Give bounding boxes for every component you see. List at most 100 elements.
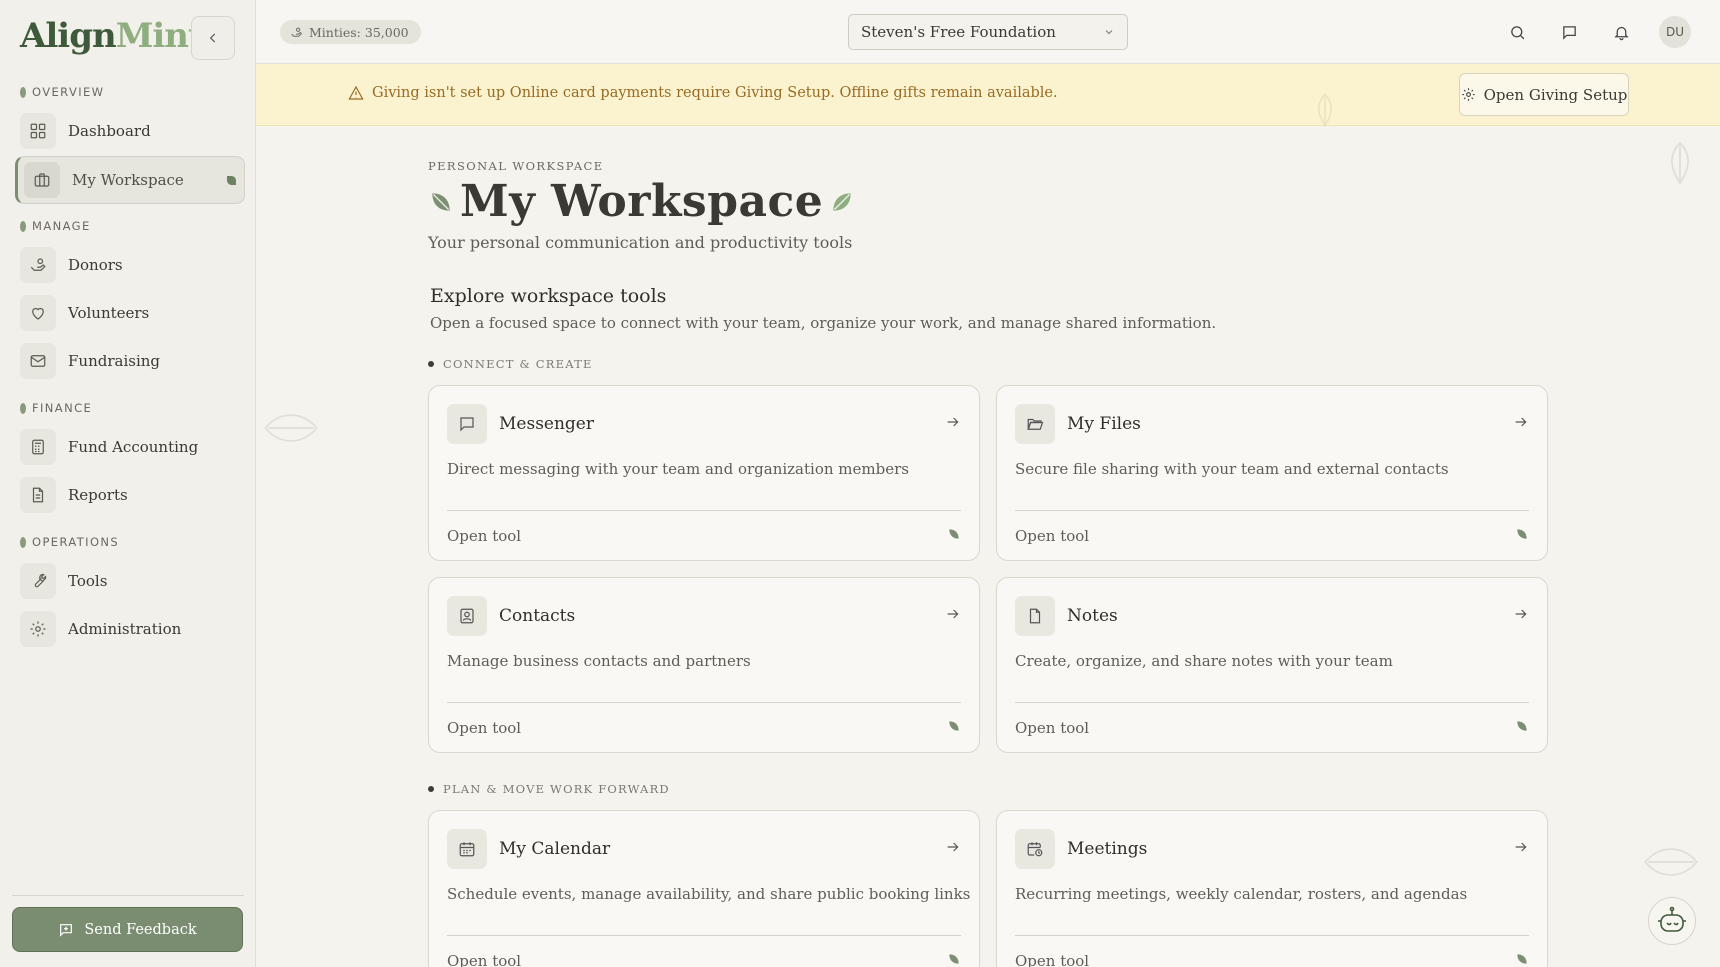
messages-button[interactable] xyxy=(1554,17,1584,47)
warning-triangle-icon xyxy=(348,85,364,100)
send-feedback-button[interactable]: Send Feedback xyxy=(12,907,243,952)
tool-card-notes[interactable]: Notes Create, organize, and share notes … xyxy=(996,577,1548,753)
gear-icon xyxy=(20,611,56,647)
message-square-icon xyxy=(1562,25,1576,40)
sidebar-item-label: Administration xyxy=(68,620,182,638)
explore-subtitle: Open a focused space to connect with you… xyxy=(430,314,1217,332)
leaf-icon xyxy=(1517,954,1527,964)
section-label-manage: MANAGE xyxy=(20,219,91,233)
decorative-leaf-icon xyxy=(1671,141,1689,185)
sidebar: AlignMint OVERVIEW Dashboard My Workspac… xyxy=(0,0,256,967)
contact-card-icon xyxy=(447,596,487,636)
tool-card-title: Contacts xyxy=(499,606,576,626)
tool-card-messenger[interactable]: Messenger Direct messaging with your tea… xyxy=(428,385,980,561)
tool-card-description: Recurring meetings, weekly calendar, ros… xyxy=(1015,885,1468,903)
tool-card-my-files[interactable]: My Files Secure file sharing with your t… xyxy=(996,385,1548,561)
hand-coins-icon xyxy=(291,27,303,37)
tool-card-title: Meetings xyxy=(1067,839,1148,859)
open-tool-link[interactable]: Open tool xyxy=(1015,527,1089,545)
sidebar-item-label: Tools xyxy=(68,572,108,590)
minties-label: Minties: 35,000 xyxy=(309,24,409,40)
tool-card-description: Direct messaging with your team and orga… xyxy=(447,460,909,478)
sidebar-item-dashboard[interactable]: Dashboard xyxy=(20,111,244,151)
tool-card-meetings[interactable]: Meetings Recurring meetings, weekly cale… xyxy=(996,810,1548,967)
bell-icon xyxy=(1613,26,1629,40)
tool-card-description: Schedule events, manage availability, an… xyxy=(447,885,971,903)
calendar-clock-icon xyxy=(1015,829,1055,869)
sidebar-item-label: My Workspace xyxy=(72,171,184,189)
calendar-icon xyxy=(447,829,487,869)
logo-text-align: Align xyxy=(20,16,117,56)
decorative-leaf-icon xyxy=(1644,848,1698,876)
sidebar-item-reports[interactable]: Reports xyxy=(20,475,244,515)
open-tool-link[interactable]: Open tool xyxy=(447,527,521,545)
collapse-sidebar-button[interactable] xyxy=(191,16,235,60)
open-tool-link[interactable]: Open tool xyxy=(1015,952,1089,967)
gear-icon xyxy=(1461,88,1475,101)
leaf-icon xyxy=(833,192,851,211)
sidebar-item-fund-accounting[interactable]: Fund Accounting xyxy=(20,427,244,467)
organization-select[interactable]: Steven's Free Foundation xyxy=(848,14,1128,50)
group-label-connect-create: CONNECT & CREATE xyxy=(428,357,593,371)
wrench-icon xyxy=(20,563,56,599)
leaf-icon xyxy=(949,529,959,539)
open-tool-link[interactable]: Open tool xyxy=(447,952,521,967)
open-tool-link[interactable]: Open tool xyxy=(447,719,521,737)
sidebar-item-volunteers[interactable]: Volunteers xyxy=(20,293,244,333)
calculator-icon xyxy=(20,429,56,465)
sidebar-item-label: Volunteers xyxy=(68,304,150,322)
arrow-right-icon xyxy=(947,417,959,427)
tool-card-description: Secure file sharing with your team and e… xyxy=(1015,460,1449,478)
search-icon xyxy=(1510,25,1524,39)
page-title-text: My Workspace xyxy=(460,176,824,227)
sidebar-item-tools[interactable]: Tools xyxy=(20,561,244,601)
alignmint-logo[interactable]: AlignMint xyxy=(20,16,204,56)
explore-title: Explore workspace tools xyxy=(430,285,667,307)
folder-open-icon xyxy=(1015,404,1055,444)
hand-coins-icon xyxy=(20,247,56,283)
page-eyebrow: PERSONAL WORKSPACE xyxy=(428,159,604,173)
tool-card-title: Messenger xyxy=(499,414,594,434)
sidebar-divider xyxy=(12,895,244,896)
arrow-right-icon xyxy=(1515,609,1527,619)
sidebar-item-donors[interactable]: Donors xyxy=(20,245,244,285)
notifications-button[interactable] xyxy=(1606,17,1636,47)
mail-icon xyxy=(20,343,56,379)
sidebar-item-administration[interactable]: Administration xyxy=(20,609,244,649)
sidebar-item-fundraising[interactable]: Fundraising xyxy=(20,341,244,381)
chevron-down-icon xyxy=(1105,30,1113,35)
file-text-icon xyxy=(20,477,56,513)
leaf-icon xyxy=(432,192,450,211)
open-tool-link[interactable]: Open tool xyxy=(1015,719,1089,737)
section-label-finance: FINANCE xyxy=(20,401,92,415)
search-button[interactable] xyxy=(1502,17,1532,47)
user-avatar[interactable]: DU xyxy=(1659,16,1691,48)
arrow-right-icon xyxy=(1515,417,1527,427)
minties-badge: Minties: 35,000 xyxy=(280,20,421,44)
tool-card-title: My Calendar xyxy=(499,839,611,859)
tool-card-description: Manage business contacts and partners xyxy=(447,652,751,670)
top-bar: Minties: 35,000 Steven's Free Foundation… xyxy=(256,0,1720,64)
tool-card-my-calendar[interactable]: My Calendar Schedule events, manage avai… xyxy=(428,810,980,967)
sidebar-item-my-workspace[interactable]: My Workspace xyxy=(15,156,245,204)
assistant-bot-button[interactable] xyxy=(1648,897,1696,945)
banner-message-text: Giving isn't set up Online card payments… xyxy=(372,85,1058,101)
sidebar-item-label: Reports xyxy=(68,486,128,504)
heart-icon xyxy=(20,295,56,331)
arrow-right-icon xyxy=(947,609,959,619)
note-icon xyxy=(1015,596,1055,636)
chevron-left-icon xyxy=(209,33,216,43)
leaf-icon xyxy=(1517,721,1527,731)
section-label-overview: OVERVIEW xyxy=(20,85,104,99)
tool-card-title: Notes xyxy=(1067,606,1118,626)
sidebar-item-label: Fundraising xyxy=(68,352,160,370)
banner-message: Giving isn't set up Online card payments… xyxy=(348,85,1058,101)
arrow-right-icon xyxy=(1515,842,1527,852)
open-giving-setup-button[interactable]: Open Giving Setup xyxy=(1459,73,1629,116)
page-subtitle: Your personal communication and producti… xyxy=(428,233,853,252)
tool-card-contacts[interactable]: Contacts Manage business contacts and pa… xyxy=(428,577,980,753)
grid-icon xyxy=(20,113,56,149)
briefcase-icon xyxy=(24,162,60,198)
giving-setup-banner: Giving isn't set up Online card payments… xyxy=(256,64,1720,126)
leaf-icon xyxy=(949,721,959,731)
